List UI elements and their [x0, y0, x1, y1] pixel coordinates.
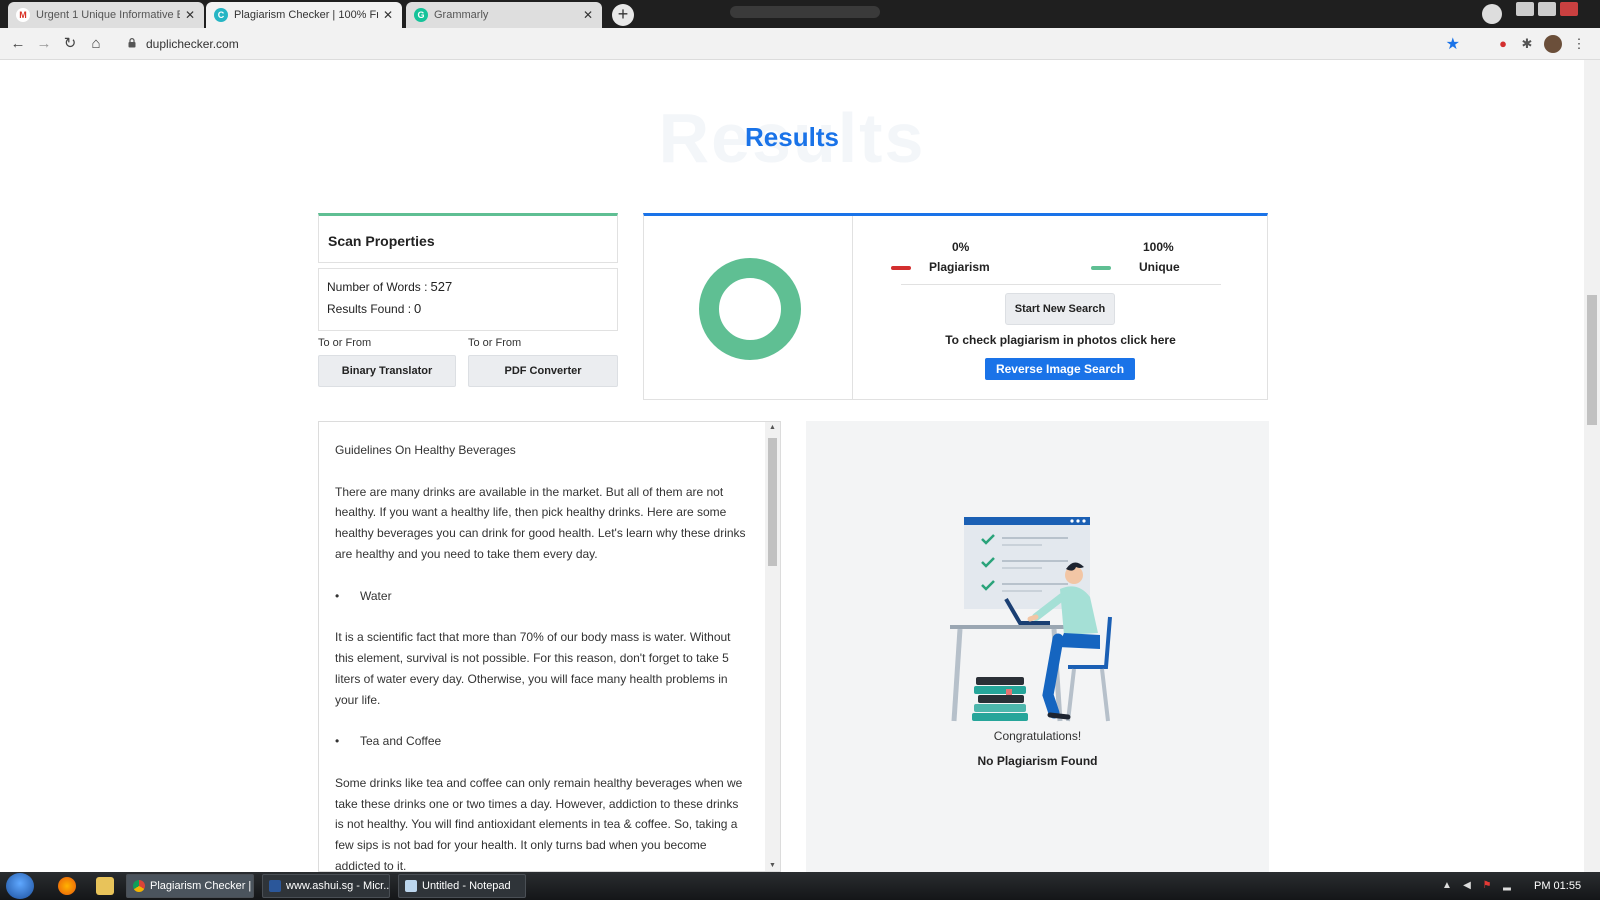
scrollbar-thumb[interactable]	[1587, 295, 1597, 425]
unique-ring	[699, 258, 801, 360]
tab-gmail[interactable]: M Urgent 1 Unique Informative Blog ✕	[8, 2, 204, 28]
taskbar-item-label: Untitled - Notepad	[422, 880, 511, 892]
flag-icon[interactable]: ⚑	[1480, 879, 1494, 893]
text-area-scrollbar[interactable]: ▲ ▼	[765, 422, 780, 871]
close-icon[interactable]: ✕	[184, 8, 196, 22]
browser-tab-strip: M Urgent 1 Unique Informative Blog ✕ C P…	[0, 0, 1600, 28]
unique-label: Unique	[1139, 260, 1180, 274]
tab-grammarly[interactable]: G Grammarly ✕	[406, 2, 602, 28]
download-indicator-icon[interactable]	[1482, 4, 1502, 24]
list-item: • Tea and Coffee	[335, 731, 750, 752]
windows-taskbar: Plagiarism Checker | ... www.ashui.sg - …	[0, 872, 1600, 900]
clock: PM 01:55	[1534, 880, 1582, 892]
plagiarism-label: Plagiarism	[929, 260, 990, 274]
new-tab-button[interactable]: +	[612, 4, 634, 26]
duplichecker-icon: C	[214, 8, 228, 22]
window-close-icon[interactable]	[1560, 2, 1578, 16]
avatar[interactable]	[1544, 35, 1562, 53]
start-button[interactable]	[6, 873, 34, 899]
gmail-icon: M	[16, 8, 30, 22]
notepad-icon	[405, 880, 417, 892]
list-item-text: Water	[360, 588, 392, 603]
extension-icon[interactable]: ●	[1494, 35, 1512, 53]
text-paragraph: There are many drinks are available in t…	[335, 484, 746, 561]
home-icon[interactable]: ⌂	[86, 34, 106, 54]
folder-icon[interactable]	[96, 877, 114, 895]
binary-translator-button[interactable]: Binary Translator	[318, 355, 456, 387]
pdf-caption: To or From	[468, 337, 522, 349]
scroll-up-icon[interactable]: ▲	[765, 424, 780, 431]
results-found-value: 0	[414, 301, 422, 316]
list-item-text: Tea and Coffee	[360, 734, 442, 749]
person-at-desk-illustration	[950, 517, 1112, 722]
volume-icon[interactable]: ◀	[1460, 879, 1474, 893]
text-paragraph: Some drinks like tea and coffee can only…	[335, 775, 743, 872]
close-icon[interactable]: ✕	[582, 8, 594, 22]
lock-icon	[128, 38, 136, 48]
congratulations-panel: Congratulations! No Plagiarism Found	[806, 421, 1269, 872]
taskbar-item-word[interactable]: www.ashui.sg - Micr...	[262, 874, 390, 898]
word-count-label: Number of Words :	[327, 280, 428, 294]
congratulations-text: Congratulations!	[993, 729, 1082, 743]
tab-title: Plagiarism Checker | 100% Free a	[234, 9, 378, 21]
results-found-row: Results Found : 0	[327, 301, 609, 323]
binary-caption: To or From	[318, 337, 372, 349]
unique-donut-chart	[699, 258, 801, 360]
photo-check-text: To check plagiarism in photos click here	[945, 333, 1176, 347]
start-new-search-button[interactable]: Start New Search	[1005, 293, 1115, 325]
back-icon[interactable]: ←	[8, 34, 28, 54]
text-title: Guidelines On Healthy Beverages	[335, 443, 516, 457]
tab-title: Urgent 1 Unique Informative Blog	[36, 9, 180, 21]
reverse-image-search-button[interactable]: Reverse Image Search	[985, 358, 1135, 380]
scrollbar-thumb[interactable]	[768, 438, 777, 566]
address-bar[interactable]: duplichecker.com ★	[118, 31, 1470, 57]
checked-text-area[interactable]: Guidelines On Healthy Beverages There ar…	[318, 421, 781, 872]
tray-arrow-icon[interactable]: ▲	[1440, 879, 1454, 893]
results-found-label: Results Found :	[327, 302, 412, 316]
result-summary-card: 0% Plagiarism 100% Unique Start New Sear…	[643, 213, 1268, 400]
scroll-down-icon[interactable]: ▼	[765, 862, 780, 869]
stats-divider	[901, 284, 1221, 285]
page-scrollbar[interactable]	[1584, 60, 1600, 872]
forward-icon[interactable]: →	[34, 34, 54, 54]
firefox-icon[interactable]	[58, 877, 76, 895]
taskbar-item-label: Plagiarism Checker | ...	[150, 880, 254, 892]
unique-percent: 100%	[1143, 240, 1174, 254]
taskbar-item-notepad[interactable]: Untitled - Notepad	[398, 874, 526, 898]
bookmark-star-icon[interactable]: ★	[1446, 34, 1460, 54]
url-text: duplichecker.com	[146, 37, 239, 51]
plagiarism-legend-swatch	[891, 266, 911, 270]
tab-title: Grammarly	[434, 9, 489, 21]
unique-legend-swatch	[1091, 266, 1111, 270]
window-title-blur	[730, 6, 880, 18]
reload-icon[interactable]: ↻	[60, 34, 80, 54]
card-divider	[852, 216, 853, 400]
puzzle-icon[interactable]: ✱	[1518, 35, 1536, 53]
word-icon	[269, 880, 281, 892]
scan-properties-panel: Number of Words : 527 Results Found : 0	[318, 268, 618, 331]
taskbar-item-label: www.ashui.sg - Micr...	[286, 880, 390, 892]
close-icon[interactable]: ✕	[382, 8, 394, 22]
network-icon[interactable]: ▂	[1500, 879, 1514, 893]
plagiarism-percent: 0%	[952, 240, 970, 254]
text-paragraph: It is a scientific fact that more than 7…	[335, 630, 731, 707]
list-item: • Water	[335, 586, 750, 607]
no-plagiarism-text: No Plagiarism Found	[977, 754, 1098, 768]
minimize-icon[interactable]	[1516, 2, 1534, 16]
maximize-icon[interactable]	[1538, 2, 1556, 16]
menu-icon[interactable]: ⋮	[1570, 35, 1588, 53]
checked-text-content: Guidelines On Healthy Beverages There ar…	[335, 440, 750, 872]
word-count-value: 527	[430, 279, 453, 294]
tab-plagiarism-checker[interactable]: C Plagiarism Checker | 100% Free a ✕	[206, 2, 402, 28]
chrome-icon	[133, 880, 145, 892]
browser-toolbar: ← → ↻ ⌂ duplichecker.com ★ ● ✱ ⋮	[0, 28, 1600, 60]
pdf-converter-button[interactable]: PDF Converter	[468, 355, 618, 387]
grammarly-icon: G	[414, 8, 428, 22]
taskbar-item-chrome[interactable]: Plagiarism Checker | ...	[126, 874, 254, 898]
scan-properties-title: Scan Properties	[318, 213, 618, 263]
page-title: Results	[745, 122, 839, 152]
word-count-row: Number of Words : 527	[327, 279, 609, 301]
